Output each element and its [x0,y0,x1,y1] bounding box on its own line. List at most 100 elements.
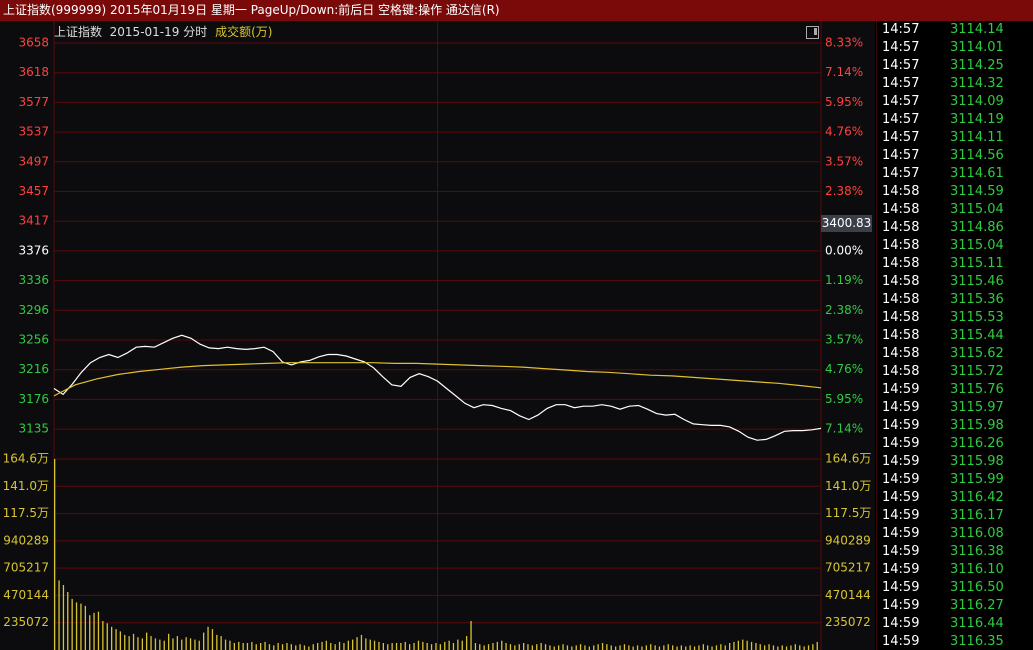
volume-bar [106,623,108,650]
volume-bar [615,646,617,650]
volume-bar [395,643,398,650]
tick-price: 3115.62 [950,346,1004,361]
volume-bar [483,645,485,650]
volume-bar [369,639,371,650]
volume-bar [382,643,384,650]
volume-bar [685,646,687,650]
tick-time: 14:58 [882,364,920,379]
volume-bar [509,644,512,650]
volume-bar [523,643,525,650]
chart-mode: 分时 [183,25,208,39]
pct-tick-label-right: 7.14% [825,65,863,79]
volume-bar [566,645,569,650]
tick-row: 14:57 3114.56 [877,147,1033,165]
volume-tick-label-left: 141.0万 [3,479,49,493]
volume-bar [242,643,244,650]
volume-bar [672,645,674,650]
volume-bar [505,643,507,650]
volume-bar [321,641,323,650]
intraday-chart[interactable]: 3658 8.33% 3618 7.14% 3577 5.95% 3537 4.76% 3497… [0,21,875,650]
tick-price: 3116.50 [950,580,1004,595]
volume-bar [698,645,700,650]
intraday-chart-panel[interactable]: 3658 8.33% 3618 7.14% 3577 5.95% 3537 4.76% 3497… [0,21,875,650]
tick-time: 14:58 [882,328,920,343]
volume-tick-label-right: 117.5万 [825,506,871,520]
volume-bar [295,645,297,650]
volume-bar [628,645,630,650]
pct-tick-label-right: 0.00% [825,243,863,257]
tick-price: 3116.26 [950,436,1004,451]
tick-time: 14:59 [882,526,920,541]
tick-row: 14:58 3115.72 [877,363,1033,381]
volume-bar [654,645,656,650]
tick-price: 3114.25 [950,58,1004,73]
volume-bar [84,605,86,650]
volume-bar [474,643,477,650]
tick-time: 14:58 [882,238,920,253]
volume-bar [790,645,792,650]
volume-bar [781,645,783,650]
tick-row: 14:57 3114.01 [877,39,1033,57]
price-tick-label-left: 3176 [18,392,49,406]
volume-bar [373,640,376,650]
tick-row: 14:59 3116.26 [877,435,1033,453]
tick-list[interactable]: 14:57 3114.14 14:57 3114.01 14:57 3114.25 14:5… [876,21,1033,650]
volume-bar [181,639,183,650]
price-tick-label-left: 3417 [18,214,49,228]
pct-tick-label-right: 1.19% [825,273,863,287]
volume-bar [496,641,498,650]
volume-bar [711,646,713,650]
tick-row: 14:59 3115.98 [877,417,1033,435]
volume-bar [430,644,433,650]
volume-bar [299,644,301,650]
tick-time: 14:58 [882,256,920,271]
tick-time: 14:58 [882,310,920,325]
volume-bar [645,645,647,650]
volume-bar [799,645,801,650]
tick-row: 14:58 3115.04 [877,201,1033,219]
volume-bar [163,640,165,650]
volume-bar [531,645,533,650]
tick-price: 3114.19 [950,112,1004,127]
window-title-bar: 上证指数(999999) 2015年01月19日 星期一 PageUp/Down… [0,0,1033,21]
pct-tick-label-right: 3.57% [825,154,863,168]
volume-bar [115,629,117,650]
tick-time: 14:59 [882,400,920,415]
volume-bar [816,641,818,650]
tick-price: 3115.53 [950,310,1004,325]
volume-bar [325,640,327,650]
chart-date: 2015-01-19 [109,25,180,39]
tick-row: 14:59 3116.42 [877,489,1033,507]
volume-bar [479,644,481,650]
volume-bar [448,640,450,650]
volume-bar [387,644,389,650]
volume-bar [549,645,551,650]
tick-row: 14:59 3115.76 [877,381,1033,399]
tick-time: 14:59 [882,490,920,505]
volume-bar [553,646,555,650]
price-tick-label-left: 3457 [18,184,49,198]
pct-tick-label-right: 4.76% [825,362,863,376]
pct-tick-label-right: 5.95% [825,95,863,109]
tick-time: 14:57 [882,76,920,91]
tick-time: 14:59 [882,580,920,595]
volume-bar [93,612,95,650]
tick-row: 14:58 3114.59 [877,183,1033,201]
tick-row: 14:58 3115.62 [877,345,1033,363]
volume-bar [470,621,472,650]
maximize-icon[interactable] [806,26,819,39]
tick-time: 14:59 [882,382,920,397]
volume-bar [558,645,560,650]
volume-bar [729,643,731,650]
tick-row: 14:59 3115.99 [877,471,1033,489]
volume-bar [111,626,113,650]
volume-bar [487,644,490,650]
volume-bar [435,643,437,650]
volume-bar [268,644,271,650]
volume-bar [667,644,669,650]
volume-bar [216,634,218,650]
tick-price: 3114.59 [950,184,1004,199]
tick-row: 14:57 3114.19 [877,111,1033,129]
tick-time: 14:59 [882,544,920,559]
volume-bar [807,645,810,650]
